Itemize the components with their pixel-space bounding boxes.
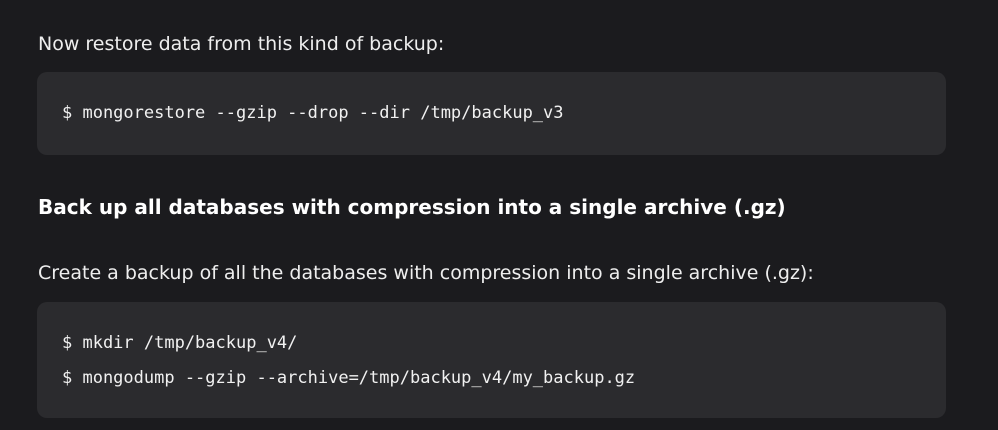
document-page: Now restore data from this kind of backu… [0, 0, 998, 430]
restore-intro-text: Now restore data from this kind of backu… [38, 33, 445, 55]
section-heading: Back up all databases with compression i… [38, 195, 786, 219]
backup-code-block[interactable]: $ mkdir /tmp/backup_v4/ $ mongodump --gz… [37, 302, 946, 418]
code-line[interactable]: $ mongorestore --gzip --drop --dir /tmp/… [62, 96, 946, 131]
code-line[interactable]: $ mkdir /tmp/backup_v4/ [62, 326, 946, 361]
code-line[interactable]: $ mongodump --gzip --archive=/tmp/backup… [62, 361, 946, 396]
restore-code-block[interactable]: $ mongorestore --gzip --drop --dir /tmp/… [37, 72, 946, 155]
section-intro-text: Create a backup of all the databases wit… [38, 262, 814, 284]
